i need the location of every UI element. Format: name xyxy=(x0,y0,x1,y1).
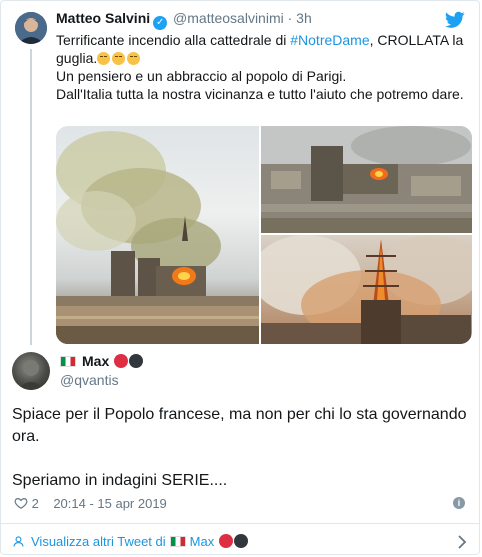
tweet-photo-3[interactable] xyxy=(261,235,472,344)
user-icon xyxy=(13,536,24,547)
tweet-photo-1[interactable] xyxy=(56,126,259,344)
pensive-face-emoji-icon xyxy=(97,52,111,65)
quoted-text-line3: Dall'Italia tutta la nostra vicinanza e … xyxy=(56,86,464,102)
quoted-tweet-text: Terrificante incendio alla cattedrale di… xyxy=(56,31,471,103)
chevron-right-icon[interactable] xyxy=(457,534,467,550)
quoted-text-line2: Un pensiero e un abbraccio al popolo di … xyxy=(56,68,347,84)
quoted-author-name[interactable]: Matteo Salvini xyxy=(56,10,150,26)
italy-flag-icon xyxy=(60,356,76,367)
reply-text-paragraph-1: Spiace per il Popolo francese, ma non pe… xyxy=(12,406,467,445)
view-more-name: Max xyxy=(189,534,215,549)
reply-author-name-row[interactable]: Max xyxy=(60,352,144,370)
thread-connector-line xyxy=(30,49,32,345)
verified-badge-icon: ✓ xyxy=(153,16,168,30)
hashtag-link[interactable]: #NotreDame xyxy=(290,32,369,48)
footer-divider xyxy=(1,523,479,524)
red-circle-emoji-icon xyxy=(219,534,234,548)
reply-tweet-meta: 2 20:14 - 15 apr 2019 xyxy=(14,495,167,513)
reply-text-paragraph-2: Speriamo in indagini SERIE.... xyxy=(12,472,228,489)
quoted-author-avatar[interactable] xyxy=(15,12,47,44)
info-icon[interactable]: i xyxy=(453,497,465,509)
tweet-photo-grid xyxy=(56,126,472,344)
reply-author-name[interactable]: Max xyxy=(82,353,109,369)
quoted-author-handle[interactable]: @matteosalvinimi xyxy=(173,10,284,26)
quoted-tweet-time[interactable]: 3h xyxy=(296,10,312,26)
embedded-tweet-card: Matteo Salvini ✓ @matteosalvinimi · 3h Te… xyxy=(0,0,480,555)
italy-flag-icon xyxy=(169,536,186,547)
black-circle-emoji-icon xyxy=(129,354,144,368)
heart-icon[interactable] xyxy=(14,496,28,510)
reply-author-handle[interactable]: @qvantis xyxy=(60,371,119,389)
twitter-bird-icon[interactable] xyxy=(445,11,465,29)
like-count[interactable]: 2 xyxy=(32,496,39,511)
pensive-face-emoji-icon xyxy=(127,52,141,65)
header-separator: · xyxy=(287,10,293,26)
tweet-timestamp[interactable]: 20:14 - 15 apr 2019 xyxy=(53,496,166,511)
view-more-prefix: Visualizza altri Tweet di xyxy=(31,534,166,549)
red-circle-emoji-icon xyxy=(114,354,129,368)
view-more-tweets-link[interactable]: Visualizza altri Tweet di Max xyxy=(12,533,249,551)
black-circle-emoji-icon xyxy=(234,534,249,548)
tweet-photo-2[interactable] xyxy=(261,126,472,233)
quoted-text-line1-start: Terrificante incendio alla cattedrale di xyxy=(56,32,291,48)
pensive-face-emoji-icon xyxy=(112,52,126,65)
reply-author-avatar[interactable] xyxy=(12,352,50,390)
quoted-tweet-header: Matteo Salvini ✓ @matteosalvinimi · 3h xyxy=(56,9,312,30)
